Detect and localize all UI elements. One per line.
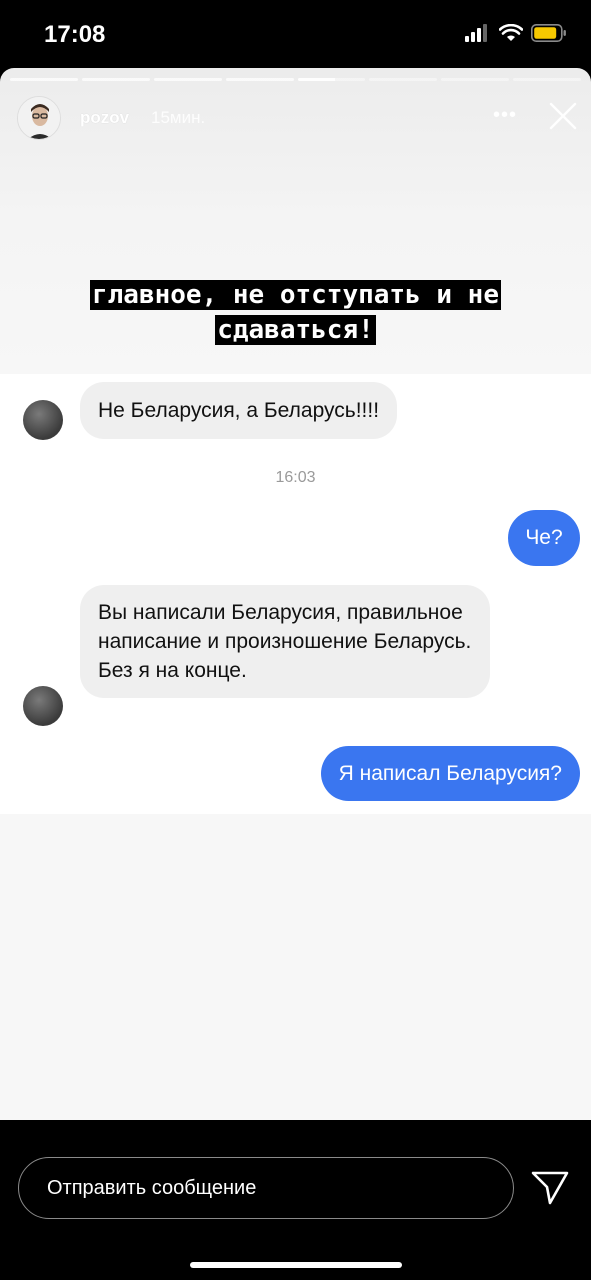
caption-line: сдаваться!	[215, 315, 376, 345]
status-icons	[465, 24, 567, 42]
chat-screenshot: Не Беларусия, а Беларусь!!!! 16:03 Че? В…	[0, 374, 591, 814]
caption-line: главное, не отступать и не	[90, 280, 501, 310]
message-outgoing: Я написал Беларусия?	[320, 746, 580, 801]
message-input[interactable]	[47, 1172, 487, 1204]
message-incoming: Вы написали Беларусия, правильное написа…	[80, 585, 490, 698]
progress-segment	[10, 78, 78, 81]
story-username[interactable]: pozov	[80, 108, 129, 128]
battery-icon	[531, 24, 566, 42]
message-composer[interactable]	[18, 1157, 514, 1219]
story-time-ago: 15мин.	[151, 108, 206, 127]
chat-timestamp: 16:03	[275, 469, 316, 486]
contact-avatar	[23, 400, 63, 440]
progress-segment	[225, 78, 294, 81]
progress-segment	[153, 78, 222, 81]
story-progress-bar	[10, 78, 581, 82]
progress-segment-current	[297, 78, 366, 81]
user-avatar-image	[18, 97, 60, 139]
wifi-icon	[499, 24, 523, 41]
user-avatar[interactable]	[17, 96, 61, 140]
progress-segment	[441, 78, 510, 81]
status-bar: 17:08	[0, 0, 591, 68]
more-options-button[interactable]: •••	[493, 104, 523, 128]
contact-avatar	[23, 686, 63, 726]
close-icon[interactable]	[547, 100, 579, 132]
send-icon[interactable]	[528, 1168, 572, 1208]
progress-segment	[513, 78, 581, 81]
progress-segment	[81, 78, 150, 81]
story-viewer[interactable]: pozov 15мин. ••• главное, не отступать и…	[0, 68, 591, 1120]
message-outgoing: Че?	[508, 510, 580, 566]
progress-segment	[369, 78, 438, 81]
story-header: pozov 15мин. •••	[17, 96, 579, 140]
status-time: 17:08	[44, 21, 106, 48]
story-caption: главное, не отступать и не сдаваться!	[0, 278, 591, 348]
signal-icon	[465, 24, 487, 42]
message-incoming: Не Беларусия, а Беларусь!!!!	[80, 382, 398, 439]
home-indicator[interactable]	[190, 1262, 402, 1268]
